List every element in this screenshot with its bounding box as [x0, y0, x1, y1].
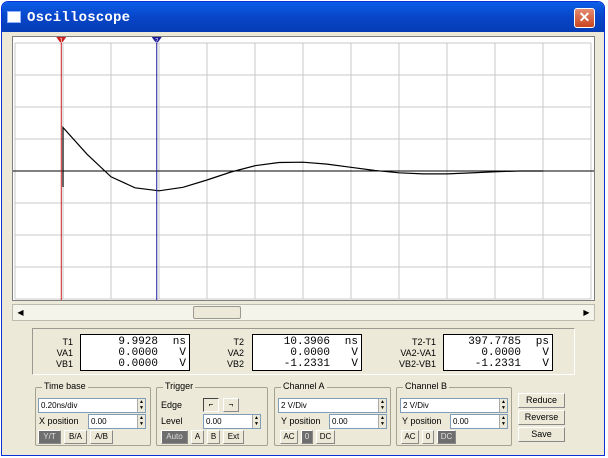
close-icon: ✕	[578, 9, 591, 25]
scope-graph: 12	[13, 37, 594, 300]
timebase-title: Time base	[42, 381, 88, 392]
channel-a-ypos-value: 0.00	[332, 417, 348, 426]
edge-rising-button[interactable]: ⌐	[203, 398, 219, 412]
vb2-unit: V	[351, 358, 358, 370]
channel-a-dc-button[interactable]: DC	[316, 430, 335, 444]
dvb-label: VB2-VB1	[398, 359, 436, 369]
timebase-scale-value: 0.20ns/div	[41, 401, 78, 410]
channel-a-scale-stepper[interactable]: 2 V/Div ▲ ▼	[278, 398, 387, 413]
window-icon	[7, 11, 21, 23]
channel-b-title: Channel B	[403, 381, 450, 392]
channel-b-group: Channel B 2 V/Div ▲ ▼ Y position 0.00 ▲ ▼ …	[396, 381, 512, 446]
falling-edge-icon: ¬	[228, 400, 234, 409]
stepper-arrows-icon[interactable]: ▲ ▼	[137, 399, 145, 412]
xpos-label: X position	[39, 416, 79, 426]
trigger-b-button[interactable]: B	[207, 430, 220, 444]
channel-a-group: Channel A 2 V/Div ▲ ▼ Y position 0.00 ▲ ▼ …	[274, 381, 391, 446]
channel-a-ypos-stepper[interactable]: 0.00 ▲ ▼	[329, 414, 387, 429]
trigger-auto-button[interactable]: Auto	[161, 430, 188, 444]
scroll-right-icon[interactable]: ▶	[579, 305, 594, 320]
scroll-thumb[interactable]	[193, 306, 241, 319]
cursor-readout-panel: T1 VA1 VB1 9.9928 ns 0.0000 V 0.0000 V T…	[32, 328, 575, 375]
stepper-arrows-icon[interactable]: ▲ ▼	[378, 399, 386, 412]
xpos-stepper[interactable]: 0.00 ▲ ▼	[88, 414, 146, 429]
t1-label: T1	[62, 337, 73, 347]
channel-b-ypos-label: Y position	[402, 416, 442, 426]
stepper-arrows-icon[interactable]: ▲ ▼	[499, 415, 507, 428]
va2-label: VA2	[227, 348, 244, 358]
channel-a-zero-button[interactable]: 0	[301, 430, 313, 444]
level-stepper[interactable]: 0.00 ▲ ▼	[203, 414, 261, 429]
trigger-group: Trigger Edge ⌐ ¬ Level 0.00 ▲ ▼ Auto A B …	[156, 381, 268, 446]
vb1-label: VB1	[55, 359, 73, 369]
stepper-arrows-icon[interactable]: ▲ ▼	[137, 415, 145, 428]
difference-readout: 397.7785 ps 0.0000 V -1.2331 V	[443, 334, 553, 371]
stepper-arrows-icon[interactable]: ▲ ▼	[378, 415, 386, 428]
cursor1-readout: 9.9928 ns 0.0000 V 0.0000 V	[80, 334, 190, 371]
level-value: 0.00	[206, 417, 222, 426]
vb1-value: 0.0000	[118, 358, 158, 370]
channel-b-scale-stepper[interactable]: 2 V/Div ▲ ▼	[400, 398, 508, 413]
rising-edge-icon: ⌐	[208, 400, 214, 409]
dvb-unit: V	[542, 358, 549, 370]
title-bar[interactable]: Oscilloscope ✕	[2, 2, 604, 32]
horizontal-scrollbar[interactable]: ◀ ▶	[12, 304, 595, 321]
vb2-value: -1.2331	[283, 358, 330, 370]
save-button[interactable]: Save	[518, 427, 565, 442]
mode-ba-button[interactable]: B/A	[64, 430, 87, 444]
channel-b-ac-button[interactable]: AC	[401, 430, 419, 444]
scope-display[interactable]: 12	[12, 36, 595, 301]
vb1-unit: V	[179, 358, 186, 370]
trigger-a-button[interactable]: A	[191, 430, 204, 444]
close-button[interactable]: ✕	[574, 8, 595, 28]
trigger-title: Trigger	[163, 381, 196, 392]
window-title: Oscilloscope	[27, 10, 131, 26]
mode-ab-button[interactable]: A/B	[90, 430, 113, 444]
timebase-group: Time base 0.20ns/div ▲ ▼ X position 0.00 …	[35, 381, 151, 446]
channel-b-ypos-value: 0.00	[453, 417, 469, 426]
reduce-button[interactable]: Reduce	[518, 393, 565, 408]
trigger-ext-button[interactable]: Ext	[223, 430, 244, 444]
edge-falling-button[interactable]: ¬	[223, 398, 239, 412]
channel-b-scale-value: 2 V/Div	[403, 401, 429, 410]
mode-yt-button[interactable]: Y/T	[38, 430, 61, 444]
edge-label: Edge	[161, 400, 183, 410]
cursor2-readout: 10.3906 ns 0.0000 V -1.2331 V	[252, 334, 362, 371]
channel-a-title: Channel A	[281, 381, 327, 392]
scroll-left-icon[interactable]: ◀	[13, 305, 28, 320]
t2-label: T2	[233, 337, 244, 347]
reverse-button[interactable]: Reverse	[518, 410, 565, 425]
channel-b-zero-button[interactable]: 0	[422, 430, 434, 444]
dt-label: T2-T1	[411, 337, 436, 347]
channel-a-scale-value: 2 V/Div	[281, 401, 307, 410]
stepper-arrows-icon[interactable]: ▲ ▼	[499, 399, 507, 412]
va1-label: VA1	[56, 348, 73, 358]
timebase-scale-stepper[interactable]: 0.20ns/div ▲ ▼	[38, 398, 146, 413]
dva-label: VA2-VA1	[400, 348, 436, 358]
stepper-arrows-icon[interactable]: ▲ ▼	[252, 415, 260, 428]
dvb-value: -1.2331	[474, 358, 521, 370]
xpos-value: 0.00	[91, 417, 107, 426]
channel-b-ypos-stepper[interactable]: 0.00 ▲ ▼	[450, 414, 508, 429]
channel-a-ypos-label: Y position	[281, 416, 321, 426]
level-label: Level	[161, 416, 183, 426]
vb2-label: VB2	[226, 359, 244, 369]
channel-a-ac-button[interactable]: AC	[280, 430, 298, 444]
channel-b-dc-button[interactable]: DC	[437, 430, 456, 444]
oscilloscope-window: Oscilloscope ✕ 12 ◀ ▶ T1 VA1 VB1 9.9928 …	[1, 1, 605, 456]
